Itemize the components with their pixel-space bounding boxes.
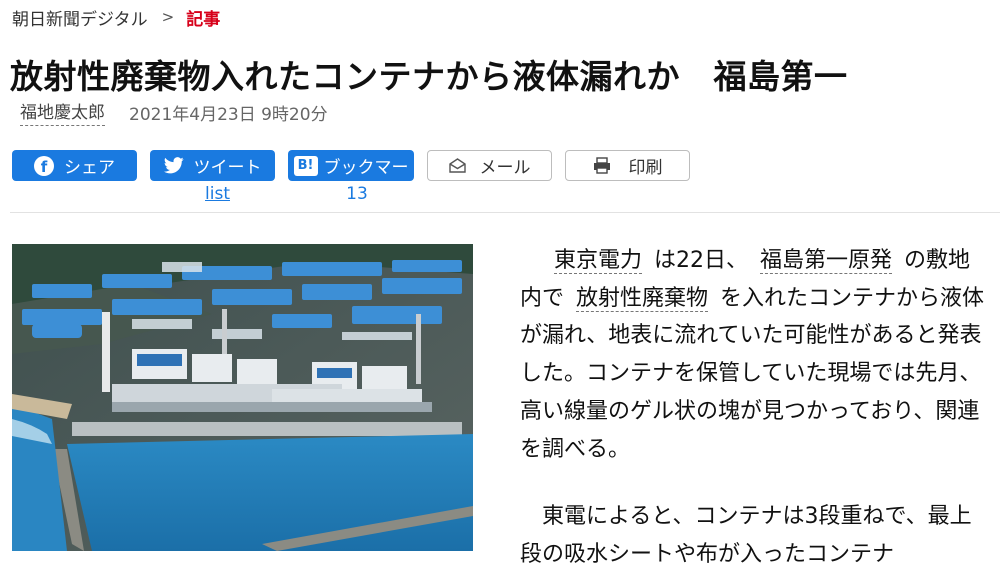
twitter-bird-icon bbox=[163, 157, 184, 174]
print-label: 印刷 bbox=[628, 158, 663, 178]
article-paragraph-2: 東電によると、コンテナは3段重ねで、最上段の吸水シートや布が入ったコンテナ bbox=[520, 504, 972, 567]
article-page: 朝日新聞デジタル > 記事 放射性廃棄物入れたコンテナから液体漏れか 福島第一 … bbox=[0, 0, 1000, 576]
aerial-photo-fukushima-plant bbox=[12, 244, 473, 551]
print-button[interactable]: 印刷 bbox=[565, 150, 690, 181]
twitter-share-button[interactable]: ツイート bbox=[150, 150, 275, 181]
printer-icon bbox=[593, 157, 611, 174]
article-photo[interactable] bbox=[12, 244, 473, 551]
keyword-link-radioactive-waste[interactable]: 放射性廃棄物 bbox=[576, 285, 709, 312]
mail-envelope-icon bbox=[448, 158, 466, 173]
article-headline: 放射性廃棄物入れたコンテナから液体漏れか 福島第一 bbox=[10, 57, 848, 96]
hatena-bookmark-icon: B! bbox=[293, 155, 318, 176]
facebook-share-label: シェア bbox=[64, 158, 115, 178]
mail-share-button[interactable]: メール bbox=[427, 150, 552, 181]
publish-date: 2021年4月23日 9時20分 bbox=[129, 104, 328, 125]
breadcrumb-site-link[interactable]: 朝日新聞デジタル bbox=[12, 5, 148, 30]
facebook-icon: f bbox=[34, 155, 54, 176]
twitter-share-label: ツイート bbox=[193, 158, 262, 178]
article-body: 東京電力 は22日、 福島第一原発 の敷地内で 放射性廃棄物 を入れたコンテナから液体が漏… bbox=[520, 242, 990, 574]
keyword-link-tepco[interactable]: 東京電力 bbox=[554, 248, 643, 274]
hatena-bookmark-button[interactable]: B! ブックマー bbox=[288, 150, 414, 181]
byline: 福地慶太郎 2021年4月23日 9時20分 bbox=[20, 98, 328, 126]
hatena-bookmark-label: ブックマー bbox=[323, 158, 409, 178]
keyword-link-fukushima-daiichi[interactable]: 福島第一原発 bbox=[760, 248, 893, 274]
breadcrumb-current: 記事 bbox=[186, 9, 221, 30]
breadcrumb-separator: > bbox=[161, 8, 175, 26]
author-link[interactable]: 福地慶太郎 bbox=[20, 98, 105, 126]
twitter-count-link[interactable]: list bbox=[150, 184, 285, 204]
breadcrumb: 朝日新聞デジタル > 記事 bbox=[12, 4, 220, 30]
share-divider bbox=[10, 212, 1000, 213]
article-paragraph-1: 東京電力 は22日、 福島第一原発 の敷地内で 放射性廃棄物 を入れたコンテナから液体が漏… bbox=[520, 248, 985, 462]
hatena-bookmark-count: 13 bbox=[346, 184, 368, 204]
facebook-share-button[interactable]: f シェア bbox=[12, 150, 137, 181]
mail-share-label: メール bbox=[479, 158, 531, 178]
